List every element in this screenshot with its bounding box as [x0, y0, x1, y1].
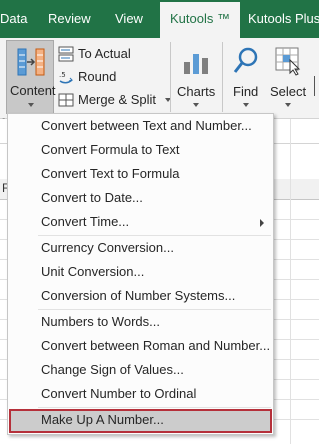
to-actual-button[interactable]: To Actual — [58, 43, 168, 65]
charts-label: Charts — [177, 84, 216, 99]
chevron-down-icon — [243, 103, 249, 107]
menu-item-currency-conversion[interactable]: Currency Conversion... — [9, 237, 272, 261]
menu-item-make-up-a-number[interactable]: Make Up A Number... — [9, 409, 272, 433]
menu-item-number-systems[interactable]: Conversion of Number Systems... — [9, 285, 272, 309]
tab-view[interactable]: View — [115, 0, 143, 38]
ribbon: Content To Actual .5 Round Merge & Split… — [0, 38, 320, 129]
menu-separator — [38, 407, 271, 408]
menu-item-convert-text-to-formula[interactable]: Convert Text to Formula — [9, 163, 272, 187]
ribbon-overflow-edge — [314, 76, 320, 96]
menu-item-number-to-ordinal[interactable]: Convert Number to Ordinal — [9, 383, 272, 407]
tab-kutools-plus[interactable]: Kutools Plus — [248, 0, 320, 38]
round-icon: .5 — [58, 69, 74, 85]
menu-item-numbers-to-words[interactable]: Numbers to Words... — [9, 311, 272, 335]
menu-separator — [38, 309, 271, 310]
menu-item-change-sign[interactable]: Change Sign of Values... — [9, 359, 272, 383]
menu-item-convert-to-date[interactable]: Convert to Date... — [9, 187, 272, 211]
chevron-right-icon — [260, 219, 264, 227]
find-label: Find — [233, 84, 259, 99]
chevron-down-icon — [193, 103, 199, 107]
menu-item-roman-number[interactable]: Convert between Roman and Number... — [9, 335, 272, 359]
tab-review[interactable]: Review — [48, 0, 91, 38]
ribbon-separator — [222, 42, 223, 112]
menu-item-convert-formula-to-text[interactable]: Convert Formula to Text — [9, 139, 272, 163]
merge-split-button[interactable]: Merge & Split — [58, 89, 173, 111]
to-actual-label: To Actual — [78, 46, 131, 61]
merge-split-label: Merge & Split — [78, 92, 157, 107]
select-icon — [274, 46, 302, 76]
tab-kutools[interactable]: Kutools ™ — [160, 2, 240, 42]
ribbon-tab-bar: Data Review View Kutools ™ Kutools Plus — [0, 0, 320, 42]
chevron-down-icon — [285, 103, 291, 107]
content-label: Content — [10, 83, 56, 98]
gridline — [290, 119, 291, 444]
select-button[interactable]: Select — [268, 40, 308, 114]
charts-icon — [182, 48, 210, 76]
merge-split-icon — [58, 92, 74, 108]
chevron-down-icon — [28, 103, 34, 107]
round-label: Round — [78, 69, 117, 84]
content-dropdown-menu: Convert between Text and Number... Conve… — [7, 113, 274, 435]
find-button[interactable]: Find — [228, 40, 264, 114]
menu-separator — [38, 235, 271, 236]
content-button[interactable]: Content — [6, 40, 56, 114]
menu-item-convert-time[interactable]: Convert Time... — [9, 211, 272, 235]
svg-text:.5: .5 — [59, 71, 66, 79]
select-label: Select — [270, 84, 307, 99]
charts-button[interactable]: Charts — [174, 40, 218, 114]
ribbon-separator — [170, 42, 171, 112]
to-actual-icon — [58, 46, 74, 62]
find-icon — [232, 46, 260, 76]
round-button[interactable]: .5 Round — [58, 66, 168, 88]
tab-data[interactable]: Data — [0, 0, 27, 38]
menu-item-unit-conversion[interactable]: Unit Conversion... — [9, 261, 272, 285]
menu-item-convert-text-number[interactable]: Convert between Text and Number... — [9, 115, 272, 139]
content-icon — [17, 47, 45, 77]
